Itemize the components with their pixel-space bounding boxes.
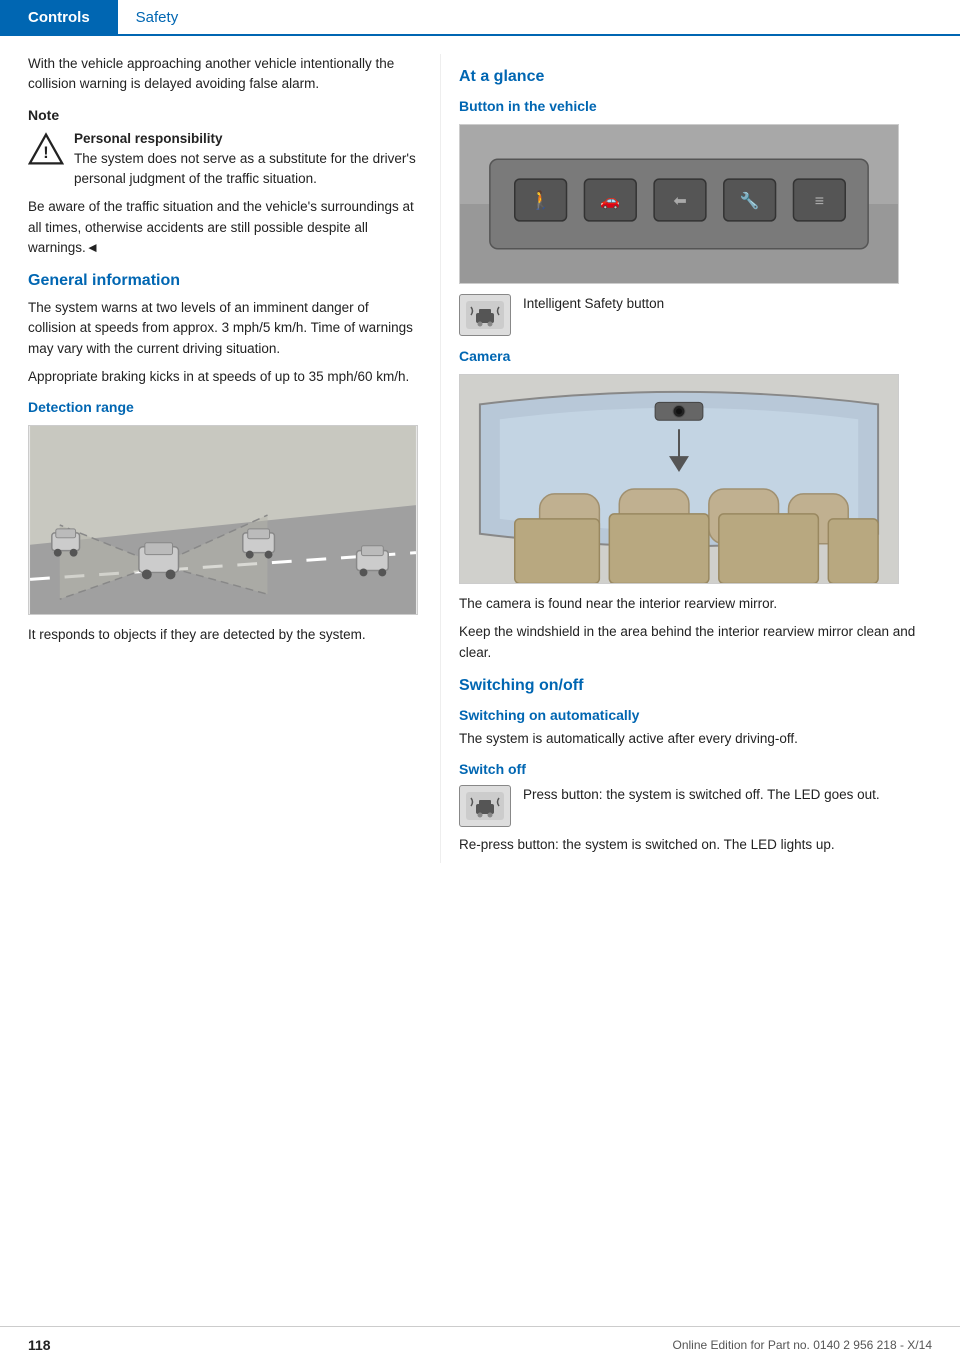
svg-text:🔧: 🔧 [740, 191, 760, 210]
svg-text:🚗: 🚗 [600, 193, 620, 210]
detection-range-svg [29, 426, 417, 614]
at-a-glance-heading: At a glance [459, 68, 918, 86]
svg-text:≡: ≡ [815, 193, 824, 210]
header-safety-tab[interactable]: Safety [118, 0, 197, 36]
note-body: The system does not serve as a substitut… [74, 151, 416, 186]
detection-range-heading: Detection range [28, 399, 418, 415]
switch-off-icon-box [459, 785, 511, 827]
switch-off-icon [466, 792, 504, 820]
note-title: Personal responsibility [74, 129, 418, 149]
switching-automatically-subheading: Switching on automatically [459, 707, 918, 723]
general-information-heading: General information [28, 272, 418, 290]
opening-text: With the vehicle approaching another veh… [28, 54, 418, 95]
page-number: 118 [28, 1337, 51, 1353]
switch-off-row: Press button: the system is switched off… [459, 785, 918, 827]
camera-heading: Camera [459, 348, 918, 364]
note-box: ! Personal responsibility The system doe… [28, 129, 418, 190]
svg-text:⬅: ⬅ [673, 193, 686, 210]
note-label: Note [28, 107, 418, 123]
intelligent-safety-icon [466, 301, 504, 329]
camera-text1: The camera is found near the interior re… [459, 594, 918, 614]
note-warning-text: Be aware of the traffic situation and th… [28, 197, 418, 258]
intelligent-safety-label: Intelligent Safety button [523, 294, 664, 314]
main-content: With the vehicle approaching another veh… [0, 36, 960, 863]
button-panel-svg: 🚶 🚗 ⬅ 🔧 ≡ [460, 124, 898, 284]
button-panel-diagram: 🚶 🚗 ⬅ 🔧 ≡ [459, 124, 899, 284]
left-column: With the vehicle approaching another veh… [0, 54, 440, 863]
switch-off-text2: Re-press button: the system is switched … [459, 835, 918, 855]
button-in-vehicle-heading: Button in the vehicle [459, 98, 918, 114]
switch-off-text1: Press button: the system is switched off… [523, 785, 880, 805]
edition-text: Online Edition for Part no. 0140 2 956 2… [672, 1338, 932, 1352]
note-text-block: Personal responsibility The system does … [74, 129, 418, 190]
page-header: Controls Safety [0, 0, 960, 36]
switch-off-text-block: Press button: the system is switched off… [523, 785, 880, 805]
camera-text2: Keep the windshield in the area behind t… [459, 622, 918, 663]
warning-triangle-icon: ! [28, 131, 64, 167]
switch-off-subheading: Switch off [459, 761, 918, 777]
page-footer: 118 Online Edition for Part no. 0140 2 9… [0, 1326, 960, 1362]
right-column: At a glance Button in the vehicle 🚶 🚗 [440, 54, 940, 863]
intelligent-safety-icon-box [459, 294, 511, 336]
detection-range-text: It responds to objects if they are detec… [28, 625, 418, 645]
safety-label: Safety [136, 9, 179, 26]
camera-diagram [459, 374, 899, 584]
intelligent-safety-row: Intelligent Safety button [459, 294, 918, 336]
header-controls-tab[interactable]: Controls [0, 0, 118, 34]
svg-text:🚶: 🚶 [529, 189, 551, 210]
general-info-text1: The system warns at two levels of an imm… [28, 298, 418, 359]
svg-text:!: ! [43, 144, 48, 162]
switching-automatically-text: The system is automatically active after… [459, 729, 918, 749]
camera-svg [460, 374, 898, 584]
detection-range-diagram [28, 425, 418, 615]
controls-label: Controls [28, 9, 90, 26]
general-info-text2: Appropriate braking kicks in at speeds o… [28, 367, 418, 387]
switching-on-off-heading: Switching on/off [459, 677, 918, 695]
